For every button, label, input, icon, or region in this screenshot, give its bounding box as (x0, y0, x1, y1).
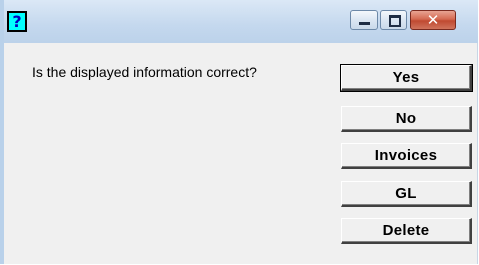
delete-button[interactable]: Delete (341, 218, 472, 244)
dialog-window: ? ✕ Is the displayed information correct… (0, 0, 478, 264)
gl-button[interactable]: GL (341, 181, 472, 207)
yes-button[interactable]: Yes (340, 64, 473, 92)
question-mark-icon: ? (7, 11, 27, 32)
dialog-body: Is the displayed information correct? Ye… (4, 43, 478, 264)
no-button[interactable]: No (341, 106, 472, 132)
maximize-icon (389, 15, 401, 27)
close-button[interactable]: ✕ (410, 10, 456, 30)
minimize-icon (359, 22, 370, 25)
title-bar[interactable]: ? ✕ (4, 0, 478, 43)
invoices-button[interactable]: Invoices (341, 143, 472, 169)
close-icon: ✕ (426, 11, 440, 29)
maximize-button[interactable] (380, 10, 407, 30)
confirmation-message: Is the displayed information correct? (32, 64, 257, 80)
minimize-button[interactable] (350, 10, 378, 30)
